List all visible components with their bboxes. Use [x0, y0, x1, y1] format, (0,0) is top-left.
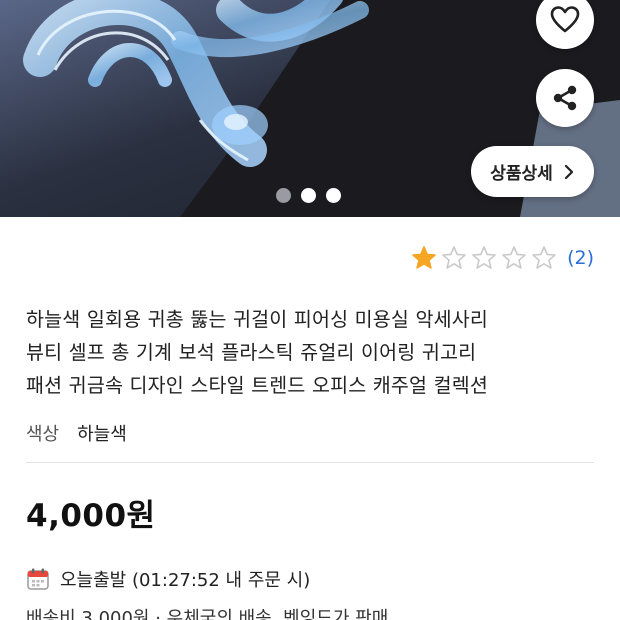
rating-summary[interactable]: (2): [411, 245, 594, 271]
chevron-right-icon: [564, 164, 573, 179]
carousel-dot[interactable]: [326, 188, 341, 203]
share-button[interactable]: [536, 69, 594, 127]
carousel-dot-active[interactable]: [301, 188, 316, 203]
star-icon: [532, 246, 556, 269]
star-icon: [472, 246, 496, 269]
option-label: 색상: [26, 424, 60, 445]
dispatch-info: 오늘출발 (01:27:52 내 주문 시): [26, 566, 310, 592]
dispatch-text: 오늘출발 (01:27:52 내 주문 시): [60, 570, 311, 591]
product-option: 색상 하늘색: [26, 420, 127, 446]
star-rating: [411, 245, 557, 271]
review-count[interactable]: (2): [567, 247, 594, 269]
star-icon: [442, 246, 466, 269]
divider: [26, 462, 594, 463]
star-icon: [412, 246, 436, 269]
calendar-icon: [27, 568, 49, 590]
product-title-line: 패션 귀금속 디자인 스타일 트렌드 오피스 캐주얼 컬렉션: [26, 374, 489, 397]
product-detail-button[interactable]: 상품상세: [471, 146, 594, 197]
carousel-indicator: [276, 188, 341, 203]
heart-icon: [550, 6, 580, 33]
option-value: 하늘색: [77, 424, 127, 445]
shipping-fee-info: 배송비 3,000원 · 우체국의 배송, 벤잉드가 판매: [26, 608, 389, 620]
product-image[interactable]: 상품상세: [0, 0, 620, 217]
product-title-line: 뷰티 셀프 총 기계 보석 플라스틱 쥬얼리 이어링 귀고리: [26, 341, 477, 364]
carousel-dot[interactable]: [276, 188, 291, 203]
product-title-line: 하늘색 일회용 귀총 뚫는 귀걸이 피어싱 미용실 악세사리: [26, 308, 489, 331]
share-icon: [553, 85, 577, 111]
product-detail-label: 상품상세: [490, 164, 553, 184]
product-price: 4,000원: [26, 498, 156, 534]
star-icon: [502, 246, 526, 269]
product-title: 하늘색 일회용 귀총 뚫는 귀걸이 피어싱 미용실 악세사리 뷰티 셀프 총 기…: [26, 303, 601, 402]
